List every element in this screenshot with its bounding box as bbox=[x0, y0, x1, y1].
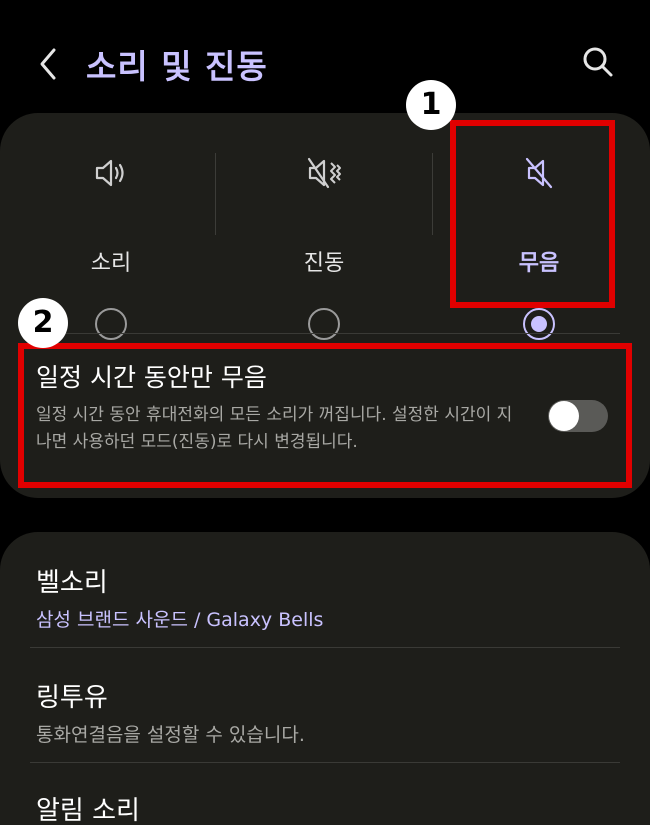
mode-sound-radio[interactable] bbox=[95, 308, 127, 340]
page-title: 소리 및 진동 bbox=[86, 47, 268, 86]
annotation-badge-2: 2 bbox=[18, 298, 68, 348]
sound-settings-card: 벨소리 삼성 브랜드 사운드 / Galaxy Bells 링투유 통화연결음을… bbox=[0, 532, 650, 825]
setting-title: 벨소리 bbox=[36, 568, 108, 598]
app-header: 소리 및 진동 bbox=[0, 0, 650, 125]
speaker-icon bbox=[95, 159, 124, 187]
highlight-box-timed-mute bbox=[18, 343, 632, 488]
setting-notification-sound[interactable]: 알림 소리 bbox=[36, 790, 616, 825]
mode-mute-radio[interactable] bbox=[523, 308, 555, 340]
setting-title: 알림 소리 bbox=[36, 796, 140, 825]
setting-subtitle: 삼성 브랜드 사운드 / Galaxy Bells bbox=[36, 609, 324, 631]
mode-vibrate-label: 진동 bbox=[303, 251, 345, 276]
setting-title: 링투유 bbox=[36, 683, 108, 713]
highlight-box-mute bbox=[450, 120, 615, 308]
mode-vibrate[interactable]: 진동 bbox=[216, 153, 432, 340]
setting-ring-to-you[interactable]: 링투유 통화연결음을 설정할 수 있습니다. bbox=[36, 677, 616, 747]
setting-subtitle: 통화연결음을 설정할 수 있습니다. bbox=[36, 724, 305, 746]
vibrate-icon bbox=[307, 157, 341, 189]
mode-vibrate-radio[interactable] bbox=[308, 308, 340, 340]
divider bbox=[30, 333, 620, 334]
setting-ringtone[interactable]: 벨소리 삼성 브랜드 사운드 / Galaxy Bells bbox=[36, 562, 616, 632]
annotation-badge-1: 1 bbox=[406, 80, 456, 130]
divider bbox=[30, 762, 620, 763]
back-arrow-icon[interactable] bbox=[30, 44, 70, 84]
mode-sound[interactable]: 소리 bbox=[3, 153, 219, 340]
search-icon[interactable] bbox=[580, 44, 616, 80]
divider bbox=[30, 647, 620, 648]
mode-sound-label: 소리 bbox=[90, 251, 132, 276]
